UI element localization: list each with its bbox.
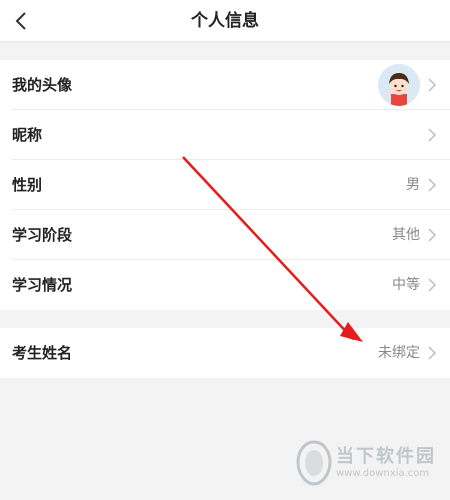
row-avatar[interactable]: 我的头像 <box>0 60 450 110</box>
row-label: 我的头像 <box>12 76 73 94</box>
row-label: 学习阶段 <box>12 226 73 244</box>
watermark-logo-icon <box>296 440 332 486</box>
nav-bar: 个人信息 <box>0 0 450 42</box>
row-label: 考生姓名 <box>12 344 73 362</box>
avatar-illustration <box>378 64 420 106</box>
row-nickname[interactable]: 昵称 <box>0 110 450 160</box>
row-value: 其他 <box>392 227 420 243</box>
chevron-right-icon <box>428 278 437 292</box>
chevron-right-icon <box>428 178 437 192</box>
row-label: 性别 <box>12 176 43 194</box>
row-value: 中等 <box>392 277 420 293</box>
row-study-status[interactable]: 学习情况 中等 <box>0 260 450 310</box>
row-label: 昵称 <box>12 126 43 144</box>
watermark: 当下软件园 www.downxia.com <box>296 440 446 490</box>
page-title: 个人信息 <box>191 11 259 31</box>
profile-group: 我的头像 昵称 性别 男 学习阶段 其他 学习情况 中等 <box>0 60 450 310</box>
watermark-text: 当下软件园 <box>336 446 436 467</box>
row-value: 男 <box>406 177 420 193</box>
exam-group: 考生姓名 未绑定 <box>0 328 450 378</box>
row-value: 未绑定 <box>378 345 420 361</box>
watermark-url: www.downxia.com <box>336 468 430 479</box>
row-candidate-name[interactable]: 考生姓名 未绑定 <box>0 328 450 378</box>
chevron-right-icon <box>428 78 437 92</box>
chevron-right-icon <box>428 228 437 242</box>
chevron-right-icon <box>428 346 437 360</box>
avatar[interactable] <box>378 64 420 106</box>
row-label: 学习情况 <box>12 276 73 294</box>
row-study-stage[interactable]: 学习阶段 其他 <box>0 210 450 260</box>
row-gender[interactable]: 性别 男 <box>0 160 450 210</box>
chevron-right-icon <box>428 128 437 142</box>
